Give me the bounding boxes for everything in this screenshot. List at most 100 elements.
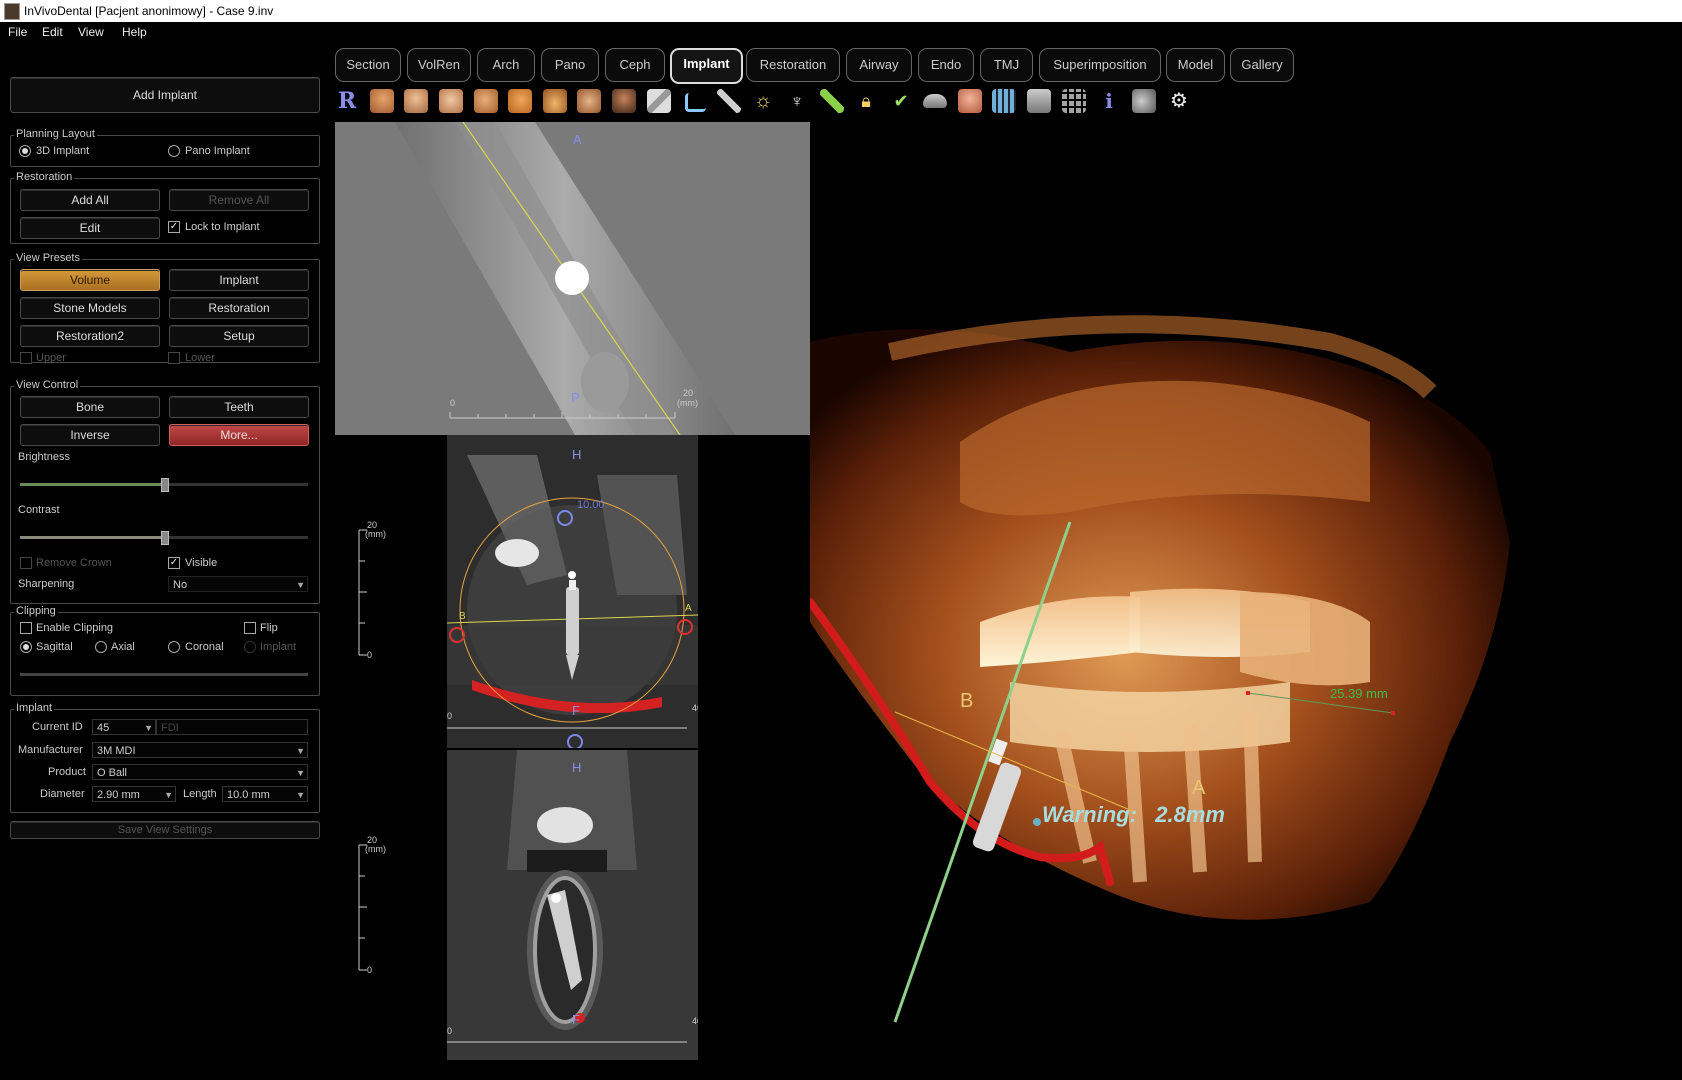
coronal-scale-zero: 0 bbox=[367, 965, 373, 975]
menu-edit[interactable]: Edit bbox=[42, 25, 63, 39]
edit-restoration-button[interactable]: Edit bbox=[20, 217, 160, 239]
remove-crown-checkbox[interactable] bbox=[20, 557, 32, 569]
contrast-thumb[interactable] bbox=[161, 531, 169, 545]
tab-model[interactable]: Model bbox=[1166, 48, 1225, 82]
bone-button[interactable]: Bone bbox=[20, 396, 160, 418]
add-all-button[interactable]: Add All bbox=[20, 189, 160, 211]
pencil-tool-icon[interactable] bbox=[717, 89, 741, 113]
current-id-select[interactable]: 45 ▼ bbox=[92, 719, 156, 735]
grid-view-icon[interactable] bbox=[992, 89, 1016, 113]
radio-implant[interactable] bbox=[244, 641, 256, 653]
chevron-down-icon: ▼ bbox=[296, 580, 305, 590]
tooth-icon[interactable] bbox=[958, 89, 982, 113]
tab-pano[interactable]: Pano bbox=[541, 48, 599, 82]
info-icon[interactable]: i bbox=[1097, 89, 1121, 113]
upper-checkbox[interactable] bbox=[20, 352, 32, 364]
mandible-icon[interactable] bbox=[543, 89, 567, 113]
marker-icon[interactable] bbox=[820, 89, 844, 113]
tab-airway[interactable]: Airway bbox=[846, 48, 912, 82]
preset-restoration2-button[interactable]: Restoration2 bbox=[20, 325, 160, 347]
skull-side-icon[interactable] bbox=[474, 89, 498, 113]
length-label: Length bbox=[183, 788, 217, 800]
volume-3d-view[interactable]: B A Warning: 2.8mm 25.39 mm bbox=[810, 122, 1682, 1080]
cross-hscale-end: 40 bbox=[692, 703, 698, 713]
tab-gallery[interactable]: Gallery bbox=[1230, 48, 1294, 82]
menu-file[interactable]: File bbox=[8, 25, 27, 39]
ruler-icon[interactable] bbox=[647, 89, 671, 113]
radio-3d-implant[interactable] bbox=[19, 145, 31, 157]
skull-lower-icon[interactable] bbox=[508, 89, 532, 113]
teeth-button[interactable]: Teeth bbox=[169, 396, 309, 418]
lower-checkbox[interactable] bbox=[168, 352, 180, 364]
arch-icon[interactable] bbox=[923, 94, 947, 108]
contrast-label: Contrast bbox=[18, 504, 60, 516]
light-icon[interactable]: ☼ bbox=[751, 89, 775, 113]
diameter-select[interactable]: 2.90 mm ▼ bbox=[92, 786, 176, 802]
more-button[interactable]: More... bbox=[169, 424, 309, 446]
cross-marker-right: A bbox=[685, 603, 692, 614]
preset-implant-button[interactable]: Implant bbox=[169, 269, 309, 291]
volume-label-b: B bbox=[960, 690, 974, 712]
flip-checkbox[interactable] bbox=[244, 622, 256, 634]
reset-orientation-button[interactable]: R bbox=[335, 89, 359, 113]
menu-view[interactable]: View bbox=[78, 25, 104, 39]
product-select[interactable]: O Ball ▼ bbox=[92, 764, 308, 780]
angle-icon[interactable] bbox=[685, 93, 706, 112]
length-select[interactable]: 10.0 mm ▼ bbox=[222, 786, 308, 802]
clipping-slider[interactable] bbox=[20, 673, 308, 676]
face-smile-icon[interactable] bbox=[439, 89, 463, 113]
view-presets-title: View Presets bbox=[14, 252, 82, 264]
cross-section-view[interactable]: H F B A 10.00 0 40 bbox=[447, 435, 698, 748]
tab-arch[interactable]: Arch bbox=[477, 48, 535, 82]
check-tool-icon[interactable]: ✔ bbox=[889, 89, 913, 113]
preset-restoration-button[interactable]: Restoration bbox=[169, 297, 309, 319]
radio-implant-label: Implant bbox=[260, 641, 297, 653]
axial-slice-image bbox=[335, 122, 810, 435]
preset-stone-models-button[interactable]: Stone Models bbox=[20, 297, 160, 319]
radio-axial[interactable] bbox=[95, 641, 107, 653]
add-implant-button[interactable]: Add Implant bbox=[10, 77, 320, 113]
teeth-icon[interactable] bbox=[577, 89, 601, 113]
tab-section[interactable]: Section bbox=[335, 48, 401, 82]
radio-sagittal[interactable] bbox=[20, 641, 32, 653]
camera-icon[interactable] bbox=[1132, 89, 1156, 113]
grid-icon[interactable] bbox=[1062, 89, 1086, 113]
inverse-button[interactable]: Inverse bbox=[20, 424, 160, 446]
save-view-settings-button[interactable]: Save View Settings bbox=[10, 821, 320, 839]
face-front-icon[interactable] bbox=[370, 89, 394, 113]
enable-clipping-checkbox[interactable] bbox=[20, 622, 32, 634]
lock-to-implant-checkbox[interactable]: ✓ bbox=[168, 221, 180, 233]
sharpening-select[interactable]: No ▼ bbox=[168, 576, 308, 592]
tab-ceph[interactable]: Ceph bbox=[605, 48, 665, 82]
diameter-label: Diameter bbox=[40, 788, 85, 800]
tab-superimposition[interactable]: Superimposition bbox=[1039, 48, 1161, 82]
tab-restoration[interactable]: Restoration bbox=[746, 48, 840, 82]
face-side-icon[interactable] bbox=[404, 89, 428, 113]
visible-checkbox[interactable]: ✓ bbox=[168, 557, 180, 569]
tab-implant[interactable]: Implant bbox=[670, 48, 743, 84]
tab-tmj[interactable]: TMJ bbox=[980, 48, 1033, 82]
lock-icon[interactable]: 🔒︎ bbox=[854, 89, 878, 113]
cross-section-image bbox=[447, 435, 698, 748]
tab-volren[interactable]: VolRen bbox=[407, 48, 471, 82]
skull-head-icon[interactable] bbox=[612, 89, 636, 113]
remove-all-button[interactable]: Remove All bbox=[169, 189, 309, 211]
axial-marker-bottom: P bbox=[571, 390, 580, 405]
layout-icon[interactable] bbox=[1027, 89, 1051, 113]
manufacturer-select[interactable]: 3M MDI ▼ bbox=[92, 742, 308, 758]
tab-endo[interactable]: Endo bbox=[918, 48, 974, 82]
menu-help[interactable]: Help bbox=[122, 25, 147, 39]
axial-slice-view[interactable]: A P 0 20 (mm) bbox=[335, 122, 810, 435]
fdi-input[interactable]: FDI bbox=[156, 719, 308, 735]
settings-icon[interactable]: ⚙ bbox=[1167, 89, 1191, 113]
view-control-group bbox=[10, 386, 320, 604]
preset-volume-button[interactable]: Volume bbox=[20, 269, 160, 291]
radio-pano-implant[interactable] bbox=[168, 145, 180, 157]
brightness-thumb[interactable] bbox=[161, 478, 169, 492]
coronal-slice-view[interactable]: H F 0 40 bbox=[447, 750, 698, 1060]
nerve-icon[interactable]: ♆ bbox=[785, 89, 809, 113]
product-value: O Ball bbox=[97, 767, 127, 779]
radio-coronal[interactable] bbox=[168, 641, 180, 653]
preset-setup-button[interactable]: Setup bbox=[169, 325, 309, 347]
title-bar: InVivoDental [Pacjent anonimowy] - Case … bbox=[0, 0, 1682, 22]
